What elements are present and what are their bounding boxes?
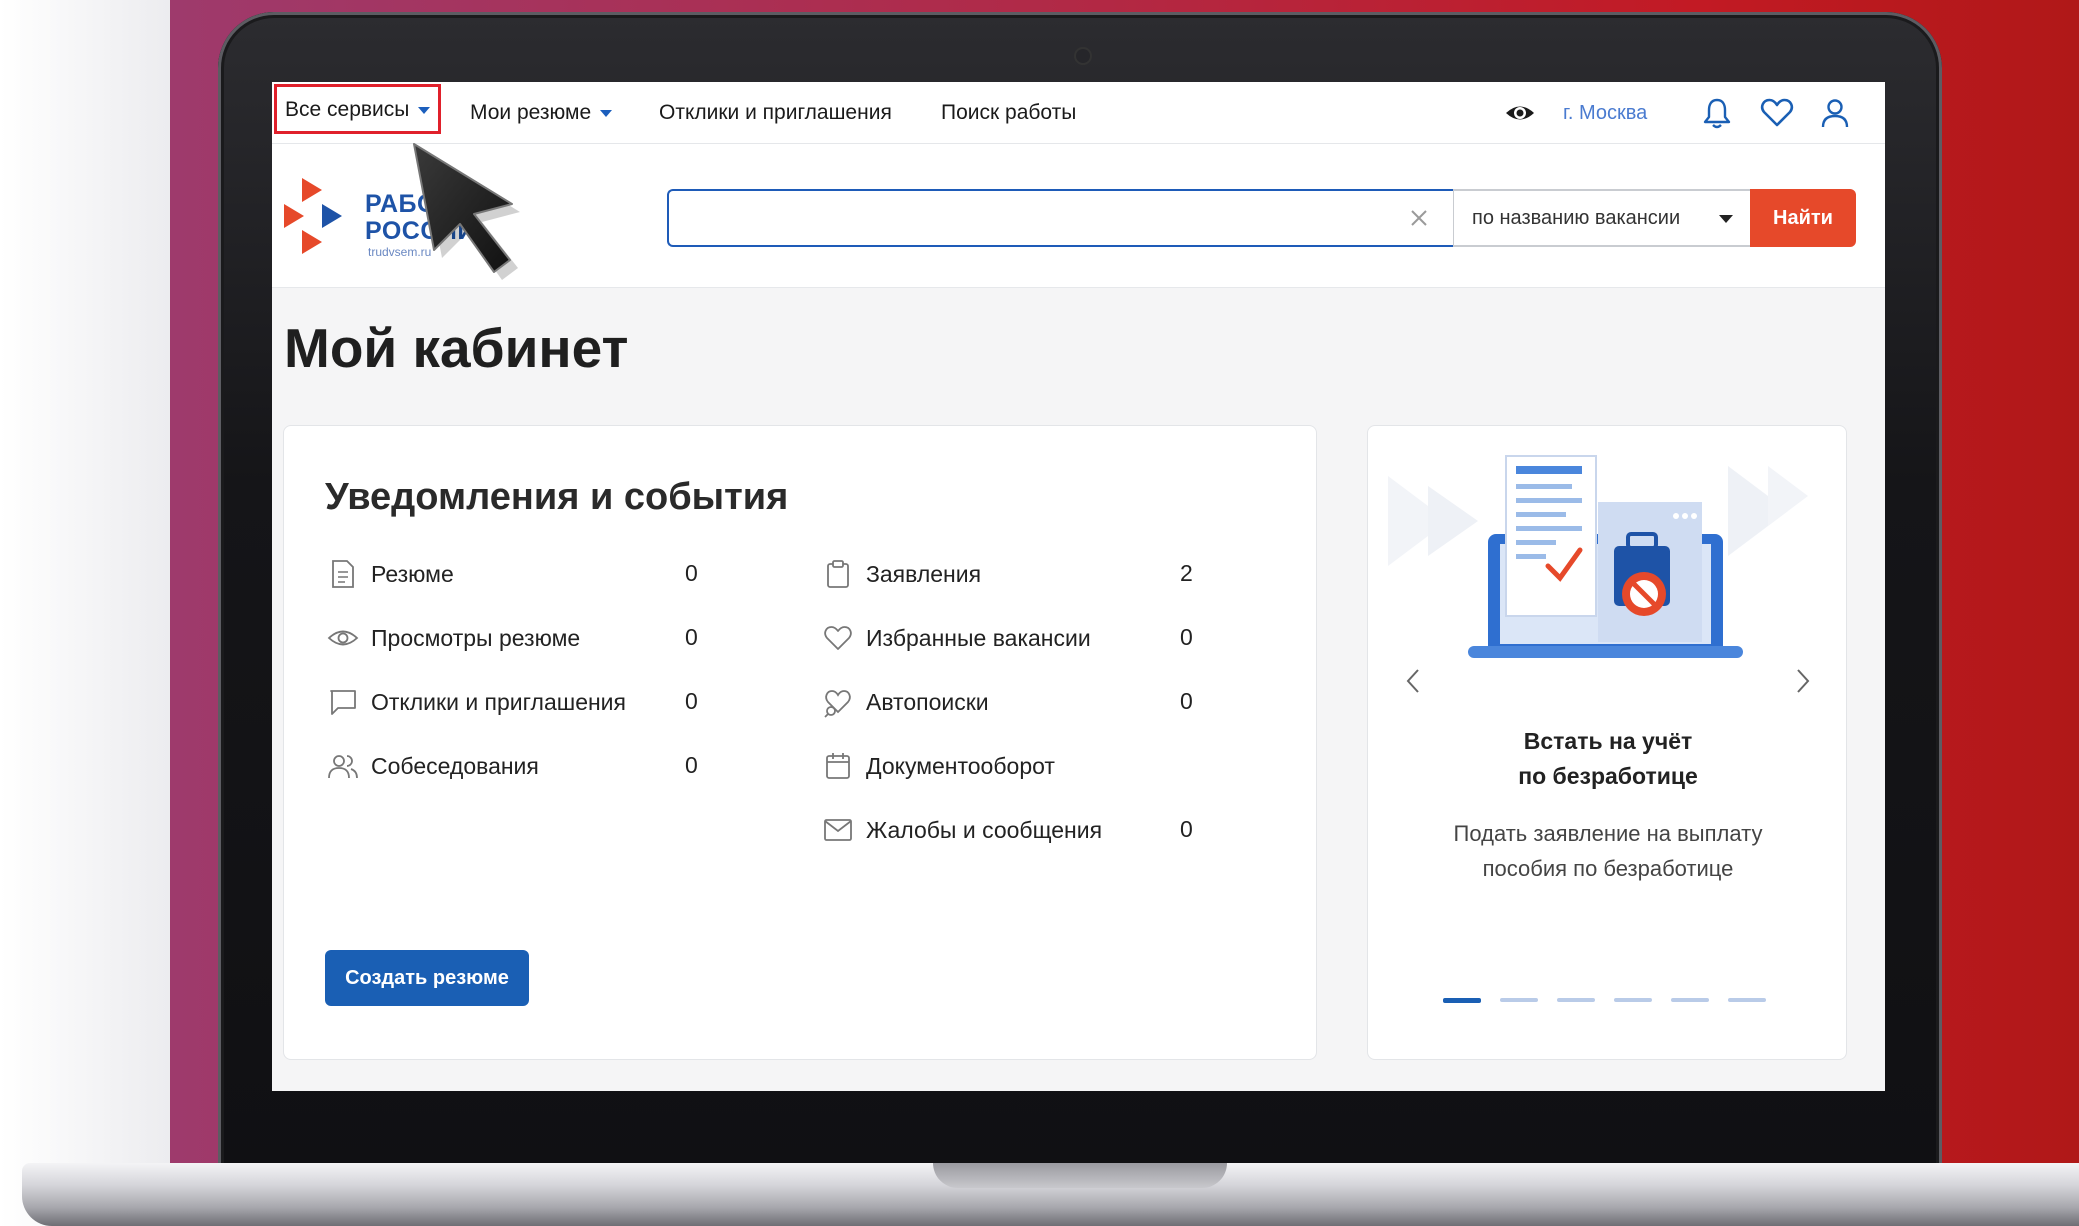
event-count: 0 — [685, 752, 698, 778]
nav-job-search[interactable]: Поиск работы — [941, 94, 1076, 132]
search-box — [667, 189, 1453, 247]
promo-carousel: Встать на учёт по безработице Подать зая… — [1367, 425, 1847, 1060]
event-label: Документооборот — [866, 752, 1055, 779]
carousel-dot-1[interactable] — [1443, 998, 1481, 1003]
favorites-heart-icon[interactable] — [1759, 94, 1795, 132]
event-item-applications[interactable]: Заявления — [820, 554, 981, 594]
event-item-resume-views[interactable]: Просмотры резюме — [325, 618, 580, 658]
nav-all-services-label: Все сервисы — [285, 98, 410, 121]
pointer-cursor-icon — [400, 132, 560, 282]
promo-title-line-1: Встать на учёт — [1523, 728, 1693, 754]
event-label: Отклики и приглашения — [371, 688, 626, 715]
event-item-responses[interactable]: Отклики и приглашения — [325, 682, 626, 722]
nav-my-resumes-label: Мои резюме — [470, 101, 592, 124]
calendar-icon — [820, 748, 856, 784]
nav-all-services[interactable]: Все сервисы — [274, 84, 442, 134]
eye-icon — [325, 620, 361, 656]
autosearch-icon — [820, 684, 856, 720]
mail-icon — [820, 812, 856, 848]
carousel-dot-2[interactable] — [1500, 998, 1538, 1002]
event-label: Жалобы и сообщения — [866, 816, 1103, 843]
event-label: Заявления — [866, 560, 982, 587]
background-left — [0, 0, 170, 1226]
chevron-left-icon[interactable] — [1398, 661, 1428, 701]
search-button[interactable]: Найти — [1750, 189, 1856, 247]
create-resume-button[interactable]: Создать резюме — [325, 950, 529, 1006]
chat-icon — [325, 684, 361, 720]
carousel-dot-3[interactable] — [1557, 998, 1595, 1002]
carousel-dot-4[interactable] — [1614, 998, 1652, 1002]
nav-my-resumes[interactable]: Мои резюме — [470, 94, 613, 132]
page-title: Мой кабинет — [284, 317, 629, 379]
city-selector[interactable]: г. Москва — [1563, 94, 1647, 132]
search-mode-value: по названию вакансии — [1472, 207, 1681, 229]
event-count: 0 — [685, 688, 698, 714]
event-item-autosearches[interactable]: Автопоиски — [820, 682, 989, 722]
carousel-dot-5[interactable] — [1671, 998, 1709, 1002]
promo-description: Подать заявление на выплату пособия по б… — [1408, 816, 1808, 886]
event-count: 2 — [1180, 560, 1193, 586]
event-count: 0 — [1180, 688, 1193, 714]
event-count: 0 — [685, 624, 698, 650]
event-label: Просмотры резюме — [371, 624, 581, 651]
event-label: Резюме — [371, 560, 454, 587]
event-count: 0 — [1180, 624, 1193, 650]
bell-icon[interactable] — [1699, 94, 1735, 132]
chevron-right-icon[interactable] — [1788, 661, 1818, 701]
event-item-complaints[interactable]: Жалобы и сообщения — [820, 810, 1102, 850]
logo-icon[interactable] — [282, 176, 354, 258]
search-input[interactable] — [683, 201, 1383, 237]
promo-desc-line-2: пособия по безработице — [1482, 856, 1734, 881]
event-item-resume[interactable]: Резюме — [325, 554, 454, 594]
promo-title[interactable]: Встать на учёт по безработице — [1368, 724, 1848, 794]
chevron-down-icon — [1719, 215, 1733, 223]
event-count: 0 — [685, 560, 698, 586]
clipboard-icon — [820, 556, 856, 592]
carousel-dots — [1443, 998, 1773, 1004]
carousel-dot-6[interactable] — [1728, 998, 1766, 1002]
heart-icon — [820, 620, 856, 656]
event-item-document-flow[interactable]: Документооборот — [820, 746, 1055, 786]
nav-responses[interactable]: Отклики и приглашения — [659, 94, 892, 132]
event-label: Избранные вакансии — [866, 624, 1091, 651]
events-title: Уведомления и события — [325, 476, 789, 518]
event-item-interviews[interactable]: Собеседования — [325, 746, 539, 786]
event-label: Собеседования — [371, 752, 539, 779]
document-icon — [325, 556, 361, 592]
events-card: Уведомления и события Резюме 0 Просмотры… — [283, 425, 1317, 1060]
chevron-down-icon — [600, 109, 613, 117]
chevron-down-icon — [418, 106, 431, 114]
laptop-notch — [933, 1163, 1227, 1188]
event-count: 0 — [1180, 816, 1193, 842]
promo-title-line-2: по безработице — [1518, 763, 1698, 789]
event-label: Автопоиски — [866, 688, 989, 715]
browser-screen: Все сервисы Мои резюме Отклики и приглаш… — [272, 82, 1885, 1091]
people-icon — [325, 748, 361, 784]
camera-icon — [1076, 49, 1090, 63]
search-mode-select[interactable]: по названию вакансии — [1453, 189, 1755, 247]
promo-desc-line-1: Подать заявление на выплату — [1453, 821, 1763, 846]
clear-icon[interactable] — [1405, 204, 1433, 232]
laptop-document-illustration — [1388, 446, 1828, 666]
accessibility-eye-icon[interactable] — [1504, 100, 1536, 126]
profile-user-icon[interactable] — [1817, 94, 1853, 132]
event-item-favorite-vacancies[interactable]: Избранные вакансии — [820, 618, 1091, 658]
